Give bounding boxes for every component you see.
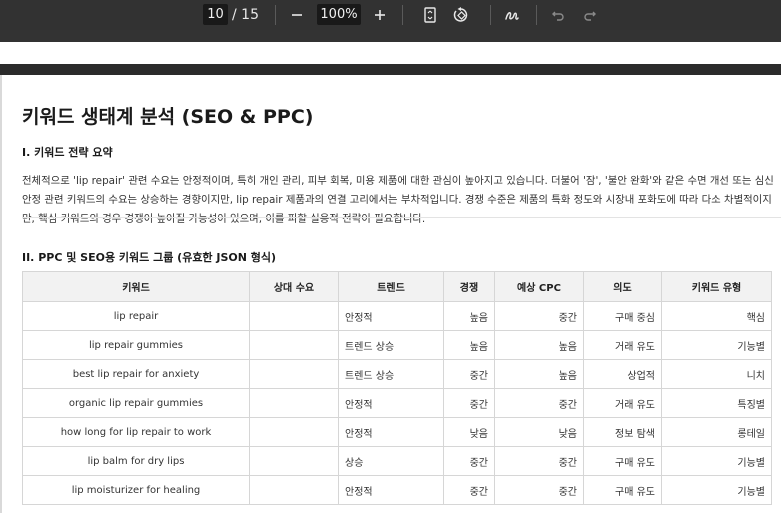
column-header: 예상 CPC bbox=[494, 271, 584, 302]
column-header: 경쟁 bbox=[443, 271, 495, 302]
document-title: 키워드 생태계 분석 (SEO & PPC) bbox=[22, 106, 314, 128]
cpc-cell: 중간 bbox=[494, 388, 584, 418]
intent-cell: 상업적 bbox=[583, 359, 662, 389]
trend-cell: 안정적 bbox=[338, 301, 444, 331]
keyword-type-cell: 니치 bbox=[661, 359, 772, 389]
rotate-icon bbox=[453, 7, 468, 22]
draw-icon bbox=[505, 12, 519, 20]
keyword-type-cell: 기능별 bbox=[661, 330, 772, 360]
intent-cell: 구매 유도 bbox=[583, 475, 662, 505]
column-header: 키워드 유형 bbox=[661, 271, 772, 302]
minus-icon bbox=[292, 14, 302, 16]
viewer-background bbox=[0, 30, 781, 42]
keyword-type-cell: 핵심 bbox=[661, 301, 772, 331]
zoom-level-input[interactable]: 100% bbox=[317, 4, 361, 25]
table-header-row: 키워드 상대 수요 트렌드 경쟁 예상 CPC 의도 키워드 유형 bbox=[22, 271, 772, 302]
keyword-cell: lip moisturizer for healing bbox=[22, 475, 250, 505]
demand-cell bbox=[249, 446, 339, 476]
trend-cell: 상승 bbox=[338, 446, 444, 476]
undo-button[interactable] bbox=[549, 0, 567, 30]
fit-page-button[interactable] bbox=[421, 0, 439, 30]
column-header: 키워드 bbox=[22, 271, 250, 302]
intent-cell: 거래 유도 bbox=[583, 330, 662, 360]
demand-cell bbox=[249, 330, 339, 360]
keyword-cell: organic lip repair gummies bbox=[22, 388, 250, 418]
toolbar-divider bbox=[402, 5, 403, 25]
column-header: 트렌드 bbox=[338, 271, 444, 302]
competition-cell: 높음 bbox=[443, 301, 495, 331]
cpc-cell: 높음 bbox=[494, 359, 584, 389]
trend-cell: 트렌드 상승 bbox=[338, 359, 444, 389]
section-divider bbox=[22, 217, 781, 218]
competition-cell: 낮음 bbox=[443, 417, 495, 447]
demand-cell bbox=[249, 475, 339, 505]
competition-cell: 중간 bbox=[443, 359, 495, 389]
page-separator bbox=[0, 64, 781, 75]
table-row: lip moisturizer for healing 안정적 중간 중간 구매… bbox=[22, 475, 772, 505]
intent-cell: 구매 유도 bbox=[583, 446, 662, 476]
toolbar-divider bbox=[536, 5, 537, 25]
keyword-table: 키워드 상대 수요 트렌드 경쟁 예상 CPC 의도 키워드 유형 lip re… bbox=[22, 271, 772, 505]
keyword-cell: lip repair bbox=[22, 301, 250, 331]
keyword-type-cell: 기능별 bbox=[661, 446, 772, 476]
trend-cell: 안정적 bbox=[338, 417, 444, 447]
keyword-cell: lip balm for dry lips bbox=[22, 446, 250, 476]
column-header: 의도 bbox=[583, 271, 662, 302]
keyword-cell: how long for lip repair to work bbox=[22, 417, 250, 447]
previous-page-bottom bbox=[0, 42, 781, 64]
toolbar-divider bbox=[275, 5, 276, 25]
keyword-type-cell: 특징별 bbox=[661, 388, 772, 418]
table-row: lip repair 안정적 높음 중간 구매 중심 핵심 bbox=[22, 301, 772, 331]
redo-button[interactable] bbox=[581, 0, 599, 30]
cpc-cell: 높음 bbox=[494, 330, 584, 360]
cpc-cell: 낮음 bbox=[494, 417, 584, 447]
keyword-type-cell: 기능별 bbox=[661, 475, 772, 505]
table-row: lip repair gummies 트렌드 상승 높음 높음 거래 유도 기능… bbox=[22, 330, 772, 360]
competition-cell: 높음 bbox=[443, 330, 495, 360]
table-row: lip balm for dry lips 상승 중간 중간 구매 유도 기능별 bbox=[22, 446, 772, 476]
cpc-cell: 중간 bbox=[494, 475, 584, 505]
trend-cell: 트렌드 상승 bbox=[338, 330, 444, 360]
table-row: organic lip repair gummies 안정적 중간 중간 거래 … bbox=[22, 388, 772, 418]
intent-cell: 구매 중심 bbox=[583, 301, 662, 331]
demand-cell bbox=[249, 359, 339, 389]
intent-cell: 정보 탐색 bbox=[583, 417, 662, 447]
column-header: 상대 수요 bbox=[249, 271, 339, 302]
pdf-page: 키워드 생태계 분석 (SEO & PPC) I. 키워드 전략 요약 전체적으… bbox=[0, 75, 781, 513]
demand-cell bbox=[249, 388, 339, 418]
table-row: how long for lip repair to work 안정적 낮음 낮… bbox=[22, 417, 772, 447]
toolbar-divider bbox=[490, 5, 491, 25]
section-heading-summary: I. 키워드 전략 요약 bbox=[22, 146, 113, 159]
redo-icon bbox=[584, 11, 596, 21]
demand-cell bbox=[249, 301, 339, 331]
trend-cell: 안정적 bbox=[338, 388, 444, 418]
rotate-button[interactable] bbox=[450, 0, 472, 30]
competition-cell: 중간 bbox=[443, 388, 495, 418]
competition-cell: 중간 bbox=[443, 475, 495, 505]
trend-cell: 안정적 bbox=[338, 475, 444, 505]
summary-paragraph: 전체적으로 'lip repair' 관련 수요는 안정적이며, 특히 개인 관… bbox=[22, 175, 774, 225]
cpc-cell: 중간 bbox=[494, 446, 584, 476]
keyword-cell: lip repair gummies bbox=[22, 330, 250, 360]
page-total: / 15 bbox=[232, 7, 259, 23]
fit-page-icon bbox=[424, 7, 436, 23]
zoom-out-button[interactable] bbox=[288, 0, 306, 30]
keyword-cell: best lip repair for anxiety bbox=[22, 359, 250, 389]
undo-icon bbox=[552, 11, 564, 21]
competition-cell: 중간 bbox=[443, 446, 495, 476]
zoom-in-button[interactable] bbox=[371, 0, 389, 30]
keyword-type-cell: 롱테일 bbox=[661, 417, 772, 447]
intent-cell: 거래 유도 bbox=[583, 388, 662, 418]
page-number-input[interactable]: 10 bbox=[203, 4, 228, 25]
draw-button[interactable] bbox=[502, 0, 522, 30]
cpc-cell: 중간 bbox=[494, 301, 584, 331]
table-row: best lip repair for anxiety 트렌드 상승 중간 높음… bbox=[22, 359, 772, 389]
plus-icon bbox=[375, 10, 385, 20]
pdf-toolbar: 10 / 15 100% bbox=[0, 0, 781, 30]
demand-cell bbox=[249, 417, 339, 447]
section-heading-keyword-groups: II. PPC 및 SEO용 키워드 그룹 (유효한 JSON 형식) bbox=[22, 251, 277, 264]
